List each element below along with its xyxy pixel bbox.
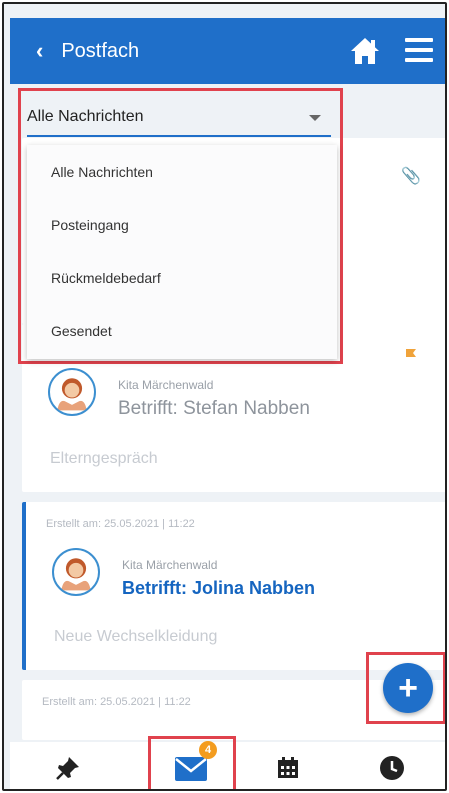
message-preview: Neue Wechselkleidung (54, 628, 218, 645)
filter-option-all[interactable]: Alle Nachrichten (27, 145, 337, 198)
message-subject: Betrifft: Jolina Nabben (122, 578, 316, 598)
filter-option-sent[interactable]: Gesendet (27, 304, 337, 357)
filter-option-feedback-needed[interactable]: Rückmeldebedarf (27, 251, 337, 304)
mail-icon (175, 757, 207, 781)
clock-icon (380, 756, 404, 780)
message-subject: Betrifft: Stefan Nabben (118, 398, 310, 419)
avatar (48, 368, 96, 416)
filter-select[interactable]: Alle Nachrichten (27, 99, 331, 137)
app-header: ‹ Postfach (10, 18, 445, 84)
filter-options-menu: Alle Nachrichten Posteingang Rückmeldebe… (27, 145, 337, 359)
created-date: Erstellt am: 25.05.2021 | 11:22 (42, 696, 191, 708)
paperclip-icon: 📎 (401, 168, 421, 185)
mail-count-badge: 4 (199, 741, 217, 759)
avatar (52, 548, 100, 596)
home-icon[interactable] (349, 36, 381, 66)
page-title: Postfach (61, 39, 140, 62)
nav-calendar[interactable] (268, 748, 308, 788)
nav-pinboard[interactable] (48, 748, 88, 788)
created-date: Erstellt am: 25.05.2021 | 11:22 (46, 518, 195, 530)
message-sender: Kita Märchenwald (118, 378, 214, 392)
filter-dropdown: Alle Nachrichten Alle Nachrichten Postei… (18, 88, 343, 364)
pin-icon (56, 757, 79, 780)
calendar-icon (278, 757, 298, 778)
app-frame: ‹ Postfach 📎 Kita Märchenwald Betrifft: … (2, 2, 447, 791)
filter-selected-value: Alle Nachrichten (27, 108, 144, 125)
new-message-button[interactable]: + (383, 663, 433, 713)
message-card-unread[interactable]: Erstellt am: 25.05.2021 | 11:22 Kita Mär… (22, 502, 445, 670)
hamburger-menu-icon[interactable] (405, 38, 433, 64)
message-preview: Elterngespräch (50, 450, 158, 467)
message-sender: Kita Märchenwald (122, 558, 218, 572)
new-message-highlight: + (366, 652, 445, 724)
flag-icon (406, 349, 416, 357)
filter-option-inbox[interactable]: Posteingang (27, 198, 337, 251)
nav-mail-highlight: 4 (148, 736, 236, 789)
nav-history[interactable] (372, 748, 412, 788)
caret-down-icon (309, 115, 321, 121)
back-button[interactable]: ‹ Postfach (36, 40, 139, 63)
chevron-left-icon: ‹ (36, 38, 44, 63)
